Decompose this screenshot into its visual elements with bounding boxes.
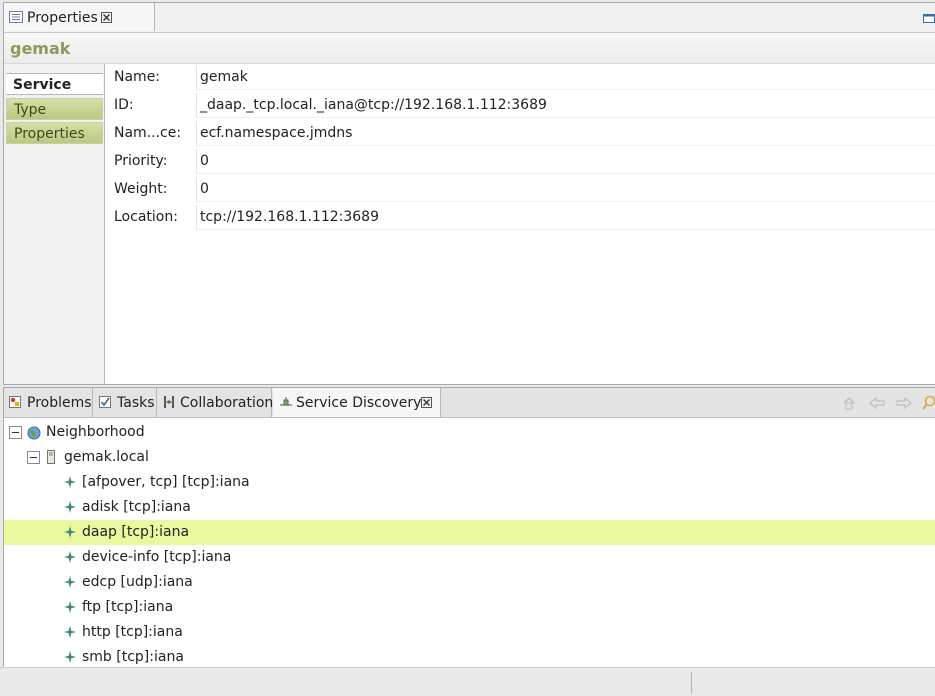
tree-service-item[interactable]: adisk [tcp]:iana <box>4 495 935 520</box>
tree-service-label: edcp [udp]:iana <box>82 574 193 590</box>
tree-service-item[interactable]: http [tcp]:iana <box>4 620 935 645</box>
service-discovery-icon <box>280 397 292 406</box>
tab-tasks-label: Tasks <box>117 395 155 411</box>
home-icon[interactable] <box>842 396 856 410</box>
properties-view: Properties gemak Service Type Properties… <box>3 2 935 385</box>
host-icon <box>47 450 55 464</box>
service-icon <box>64 576 76 588</box>
properties-icon <box>9 11 23 23</box>
tree-service-label: adisk [tcp]:iana <box>82 499 191 515</box>
tree-service-item[interactable]: device-info [tcp]:iana <box>4 545 935 570</box>
properties-title-row: gemak <box>4 33 935 64</box>
tree-service-label: [afpover, tcp] [tcp]:iana <box>82 474 250 490</box>
tab-properties[interactable]: Properties <box>4 3 155 31</box>
name-value[interactable]: gemak <box>196 65 935 90</box>
location-value[interactable]: tcp://192.168.1.112:3689 <box>196 205 935 230</box>
tree-service-item[interactable]: smb [tcp]:iana <box>4 645 935 666</box>
tab-properties-label: Properties <box>27 10 98 26</box>
status-bar <box>0 667 935 696</box>
tab-problems[interactable]: Problems <box>4 388 93 417</box>
service-icon <box>64 626 76 638</box>
tree-node-host[interactable]: gemak.local <box>4 445 935 470</box>
service-icon <box>64 651 76 663</box>
side-tab-type[interactable]: Type <box>6 98 103 120</box>
side-tab-service[interactable]: Service <box>6 73 103 95</box>
view-menu-icon[interactable] <box>922 12 935 24</box>
tree-service-item[interactable]: [afpover, tcp] [tcp]:iana <box>4 470 935 495</box>
search-icon[interactable] <box>922 395 935 411</box>
tree-service-label: ftp [tcp]:iana <box>82 599 174 615</box>
namespace-value[interactable]: ecf.namespace.jmdns <box>196 121 935 146</box>
priority-value[interactable]: 0 <box>196 149 935 174</box>
back-arrow-icon[interactable] <box>869 396 885 410</box>
properties-tab-bar: Properties <box>4 3 935 33</box>
id-label: ID: <box>114 97 134 113</box>
priority-label: Priority: <box>114 153 168 169</box>
namespace-label: Nam...ce: <box>114 125 182 141</box>
service-icon <box>64 476 76 488</box>
tree-service-label: http [tcp]:iana <box>82 624 183 640</box>
service-icon <box>64 601 76 613</box>
service-icon <box>64 501 76 513</box>
page-title: gemak <box>10 39 71 58</box>
tab-collaboration[interactable]: Collaboration <box>158 388 274 417</box>
collapse-icon[interactable] <box>27 451 40 464</box>
tree-service-label: smb [tcp]:iana <box>82 649 184 665</box>
tab-service-discovery[interactable]: Service Discovery <box>273 388 441 417</box>
tree-service-item-selected[interactable]: daap [tcp]:iana <box>4 520 935 545</box>
weight-label: Weight: <box>114 181 168 197</box>
tree-node-label: gemak.local <box>64 449 149 465</box>
tree-service-item[interactable]: edcp [udp]:iana <box>4 570 935 595</box>
status-bar-divider <box>691 672 692 694</box>
tree-service-label: device-info [tcp]:iana <box>82 549 232 565</box>
collapse-icon[interactable] <box>9 426 22 439</box>
tree-service-label: daap [tcp]:iana <box>82 524 190 540</box>
problems-icon <box>9 396 21 408</box>
tab-service-discovery-label: Service Discovery <box>296 395 422 411</box>
close-icon[interactable] <box>101 12 112 23</box>
tab-tasks[interactable]: Tasks <box>94 388 157 417</box>
close-icon[interactable] <box>421 397 432 408</box>
location-label: Location: <box>114 209 178 225</box>
bottom-tab-bar: Problems Tasks Collaboration Service Dis… <box>4 388 935 418</box>
service-icon <box>64 526 76 538</box>
tab-collaboration-label: Collaboration <box>180 395 274 411</box>
properties-sidebar: Service Type Properties <box>4 64 105 384</box>
tree-node-label: Neighborhood <box>46 424 145 440</box>
id-value[interactable]: _daap._tcp.local._iana@tcp://192.168.1.1… <box>196 93 935 118</box>
tree-node-neighborhood[interactable]: Neighborhood <box>4 420 935 445</box>
name-label: Name: <box>114 69 161 85</box>
tasks-icon <box>99 396 111 408</box>
weight-value[interactable]: 0 <box>196 177 935 202</box>
tree-service-item[interactable]: ftp [tcp]:iana <box>4 595 935 620</box>
globe-icon <box>27 426 41 440</box>
forward-arrow-icon[interactable] <box>896 396 912 410</box>
service-icon <box>64 551 76 563</box>
tab-problems-label: Problems <box>27 395 92 411</box>
collaboration-icon <box>164 396 174 408</box>
service-discovery-view: Problems Tasks Collaboration Service Dis… <box>3 387 935 668</box>
side-tab-properties[interactable]: Properties <box>6 122 103 144</box>
